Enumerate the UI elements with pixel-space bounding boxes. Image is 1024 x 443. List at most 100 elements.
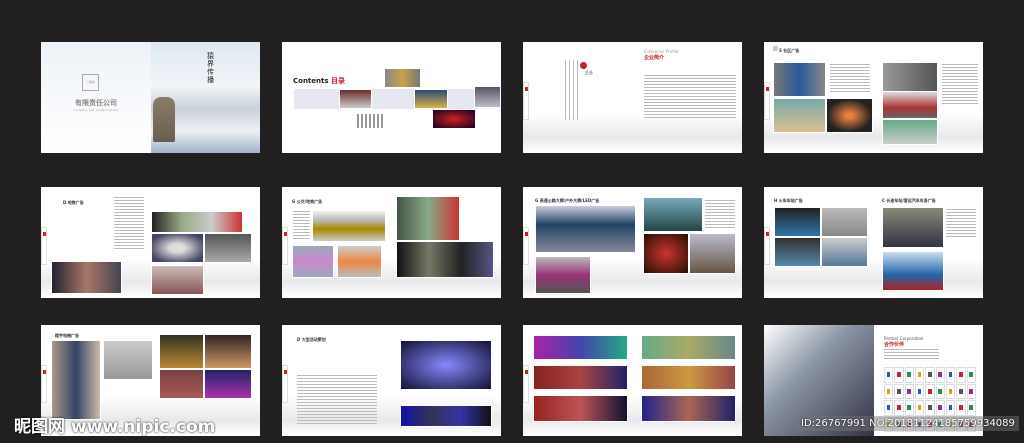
spread-bus-ads: G 公交/地铁广告 bbox=[282, 187, 501, 298]
spread-metro-ads: D 地铁广告 bbox=[41, 187, 260, 298]
partner-logo bbox=[935, 383, 945, 399]
ad-photo bbox=[396, 241, 494, 278]
spread-event-gallery bbox=[523, 325, 742, 436]
partner-logo bbox=[935, 400, 945, 416]
contents-image bbox=[384, 68, 421, 88]
contents-image bbox=[432, 109, 476, 129]
partner-logo bbox=[956, 383, 966, 399]
section-heading: G 公交/地铁广告 bbox=[292, 199, 323, 204]
partner-logo bbox=[925, 400, 935, 416]
ad-photo bbox=[643, 197, 703, 232]
ad-photo bbox=[151, 233, 204, 263]
ad-photo bbox=[103, 340, 153, 380]
ad-photo bbox=[396, 196, 460, 241]
partner-logo bbox=[904, 400, 914, 416]
ad-photo bbox=[204, 369, 252, 399]
partner-logo bbox=[884, 400, 894, 416]
spread-contents: Contents 目录 bbox=[282, 42, 501, 153]
ad-photo bbox=[641, 335, 736, 360]
ad-photo bbox=[882, 251, 944, 291]
partner-logo bbox=[894, 367, 904, 383]
partner-logo bbox=[884, 383, 894, 399]
partner-logo bbox=[935, 367, 945, 383]
ad-photo bbox=[826, 98, 873, 133]
ad-photo bbox=[882, 62, 938, 92]
spread-community-ads: S 社区广告 bbox=[764, 42, 983, 153]
spread-cover: 猿界传播 二维码 有限责任公司 Company with limited lia… bbox=[41, 42, 260, 153]
partner-logo bbox=[945, 367, 956, 383]
partner-logo bbox=[925, 367, 935, 383]
ad-photo bbox=[400, 340, 492, 390]
partner-logo bbox=[925, 383, 935, 399]
partner-logo bbox=[945, 383, 956, 399]
ad-photo bbox=[774, 237, 821, 267]
watermark-site: 昵图网 www.nipic.com bbox=[14, 417, 216, 437]
section-heading: G 高速公路大牌/户外大牌/LED广告 bbox=[535, 198, 600, 203]
ad-photo bbox=[204, 334, 252, 369]
contents-image bbox=[339, 89, 372, 109]
ad-photo bbox=[641, 365, 736, 390]
ad-photo bbox=[641, 395, 736, 422]
contents-image bbox=[356, 113, 386, 129]
brand-vertical: 猿界传播 bbox=[207, 52, 214, 84]
ad-photo bbox=[821, 237, 868, 267]
wolf-image bbox=[153, 97, 175, 142]
ad-photo bbox=[400, 405, 492, 427]
ad-photo bbox=[882, 119, 938, 145]
ad-photo bbox=[533, 365, 628, 390]
section-heading: 楼宇电梯广告 bbox=[55, 333, 79, 338]
ad-photo bbox=[337, 245, 382, 278]
partner-logo bbox=[945, 400, 956, 416]
section-heading: H 火车车站广告 bbox=[774, 198, 803, 203]
section-heading: D 地铁广告 bbox=[63, 200, 84, 205]
ad-photo bbox=[51, 261, 122, 294]
contents-title-cn: 目录 bbox=[330, 77, 345, 85]
partner-logo bbox=[894, 400, 904, 416]
partner-logo bbox=[966, 400, 976, 416]
partner-logo bbox=[966, 367, 976, 383]
partner-logo bbox=[966, 383, 976, 399]
section-heading: S 社区广告 bbox=[779, 48, 800, 53]
profile-side-mark: 企业 bbox=[585, 70, 593, 75]
partner-logo bbox=[914, 383, 925, 399]
ad-photo bbox=[292, 245, 334, 278]
company-name: 有限责任公司 bbox=[75, 99, 117, 107]
partner-logo bbox=[956, 367, 966, 383]
ad-photo bbox=[535, 256, 591, 294]
partner-logo bbox=[914, 400, 925, 416]
ad-photo bbox=[51, 340, 101, 420]
watermark-id: ID:26767991 NO:20181124185759934089 bbox=[797, 416, 1019, 431]
spread-events: D 大型活动策划 bbox=[282, 325, 501, 436]
section-heading: D 大型活动策划 bbox=[297, 337, 326, 342]
ad-photo bbox=[689, 233, 736, 274]
section-heading: C 长途车站/客运汽车车身广告 bbox=[882, 198, 936, 203]
profile-title-cn: 企业简介 bbox=[644, 55, 665, 61]
ad-photo bbox=[159, 334, 204, 369]
partner-logo bbox=[956, 400, 966, 416]
ad-photo bbox=[643, 233, 689, 274]
ad-photo bbox=[882, 207, 944, 248]
ad-photo bbox=[151, 265, 204, 295]
ad-photo bbox=[774, 207, 821, 237]
ad-photo bbox=[821, 207, 868, 237]
ad-photo bbox=[159, 369, 204, 399]
ad-photo bbox=[151, 211, 243, 233]
ad-photo bbox=[773, 98, 826, 133]
contents-image bbox=[414, 89, 448, 109]
spread-station-ads: H 火车车站广告 C 长途车站/客运汽车车身广告 bbox=[764, 187, 983, 298]
ad-photo bbox=[312, 210, 386, 242]
ad-photo bbox=[533, 335, 628, 360]
partner-title-cn: 合作伙伴 bbox=[884, 342, 905, 348]
ad-photo bbox=[204, 233, 252, 263]
ad-photo bbox=[773, 62, 826, 97]
company-name-en: Company with limited liability bbox=[73, 108, 119, 112]
partner-logo bbox=[884, 367, 894, 383]
ad-photo bbox=[882, 91, 938, 119]
spread-profile: 企业 Enterprise Profile 企业简介 bbox=[523, 42, 742, 153]
partner-logo bbox=[904, 383, 914, 399]
partner-logo bbox=[894, 383, 904, 399]
contents-title: Contents bbox=[293, 77, 329, 85]
ad-photo bbox=[535, 205, 636, 253]
ad-photo bbox=[533, 395, 628, 422]
partner-logo bbox=[904, 367, 914, 383]
